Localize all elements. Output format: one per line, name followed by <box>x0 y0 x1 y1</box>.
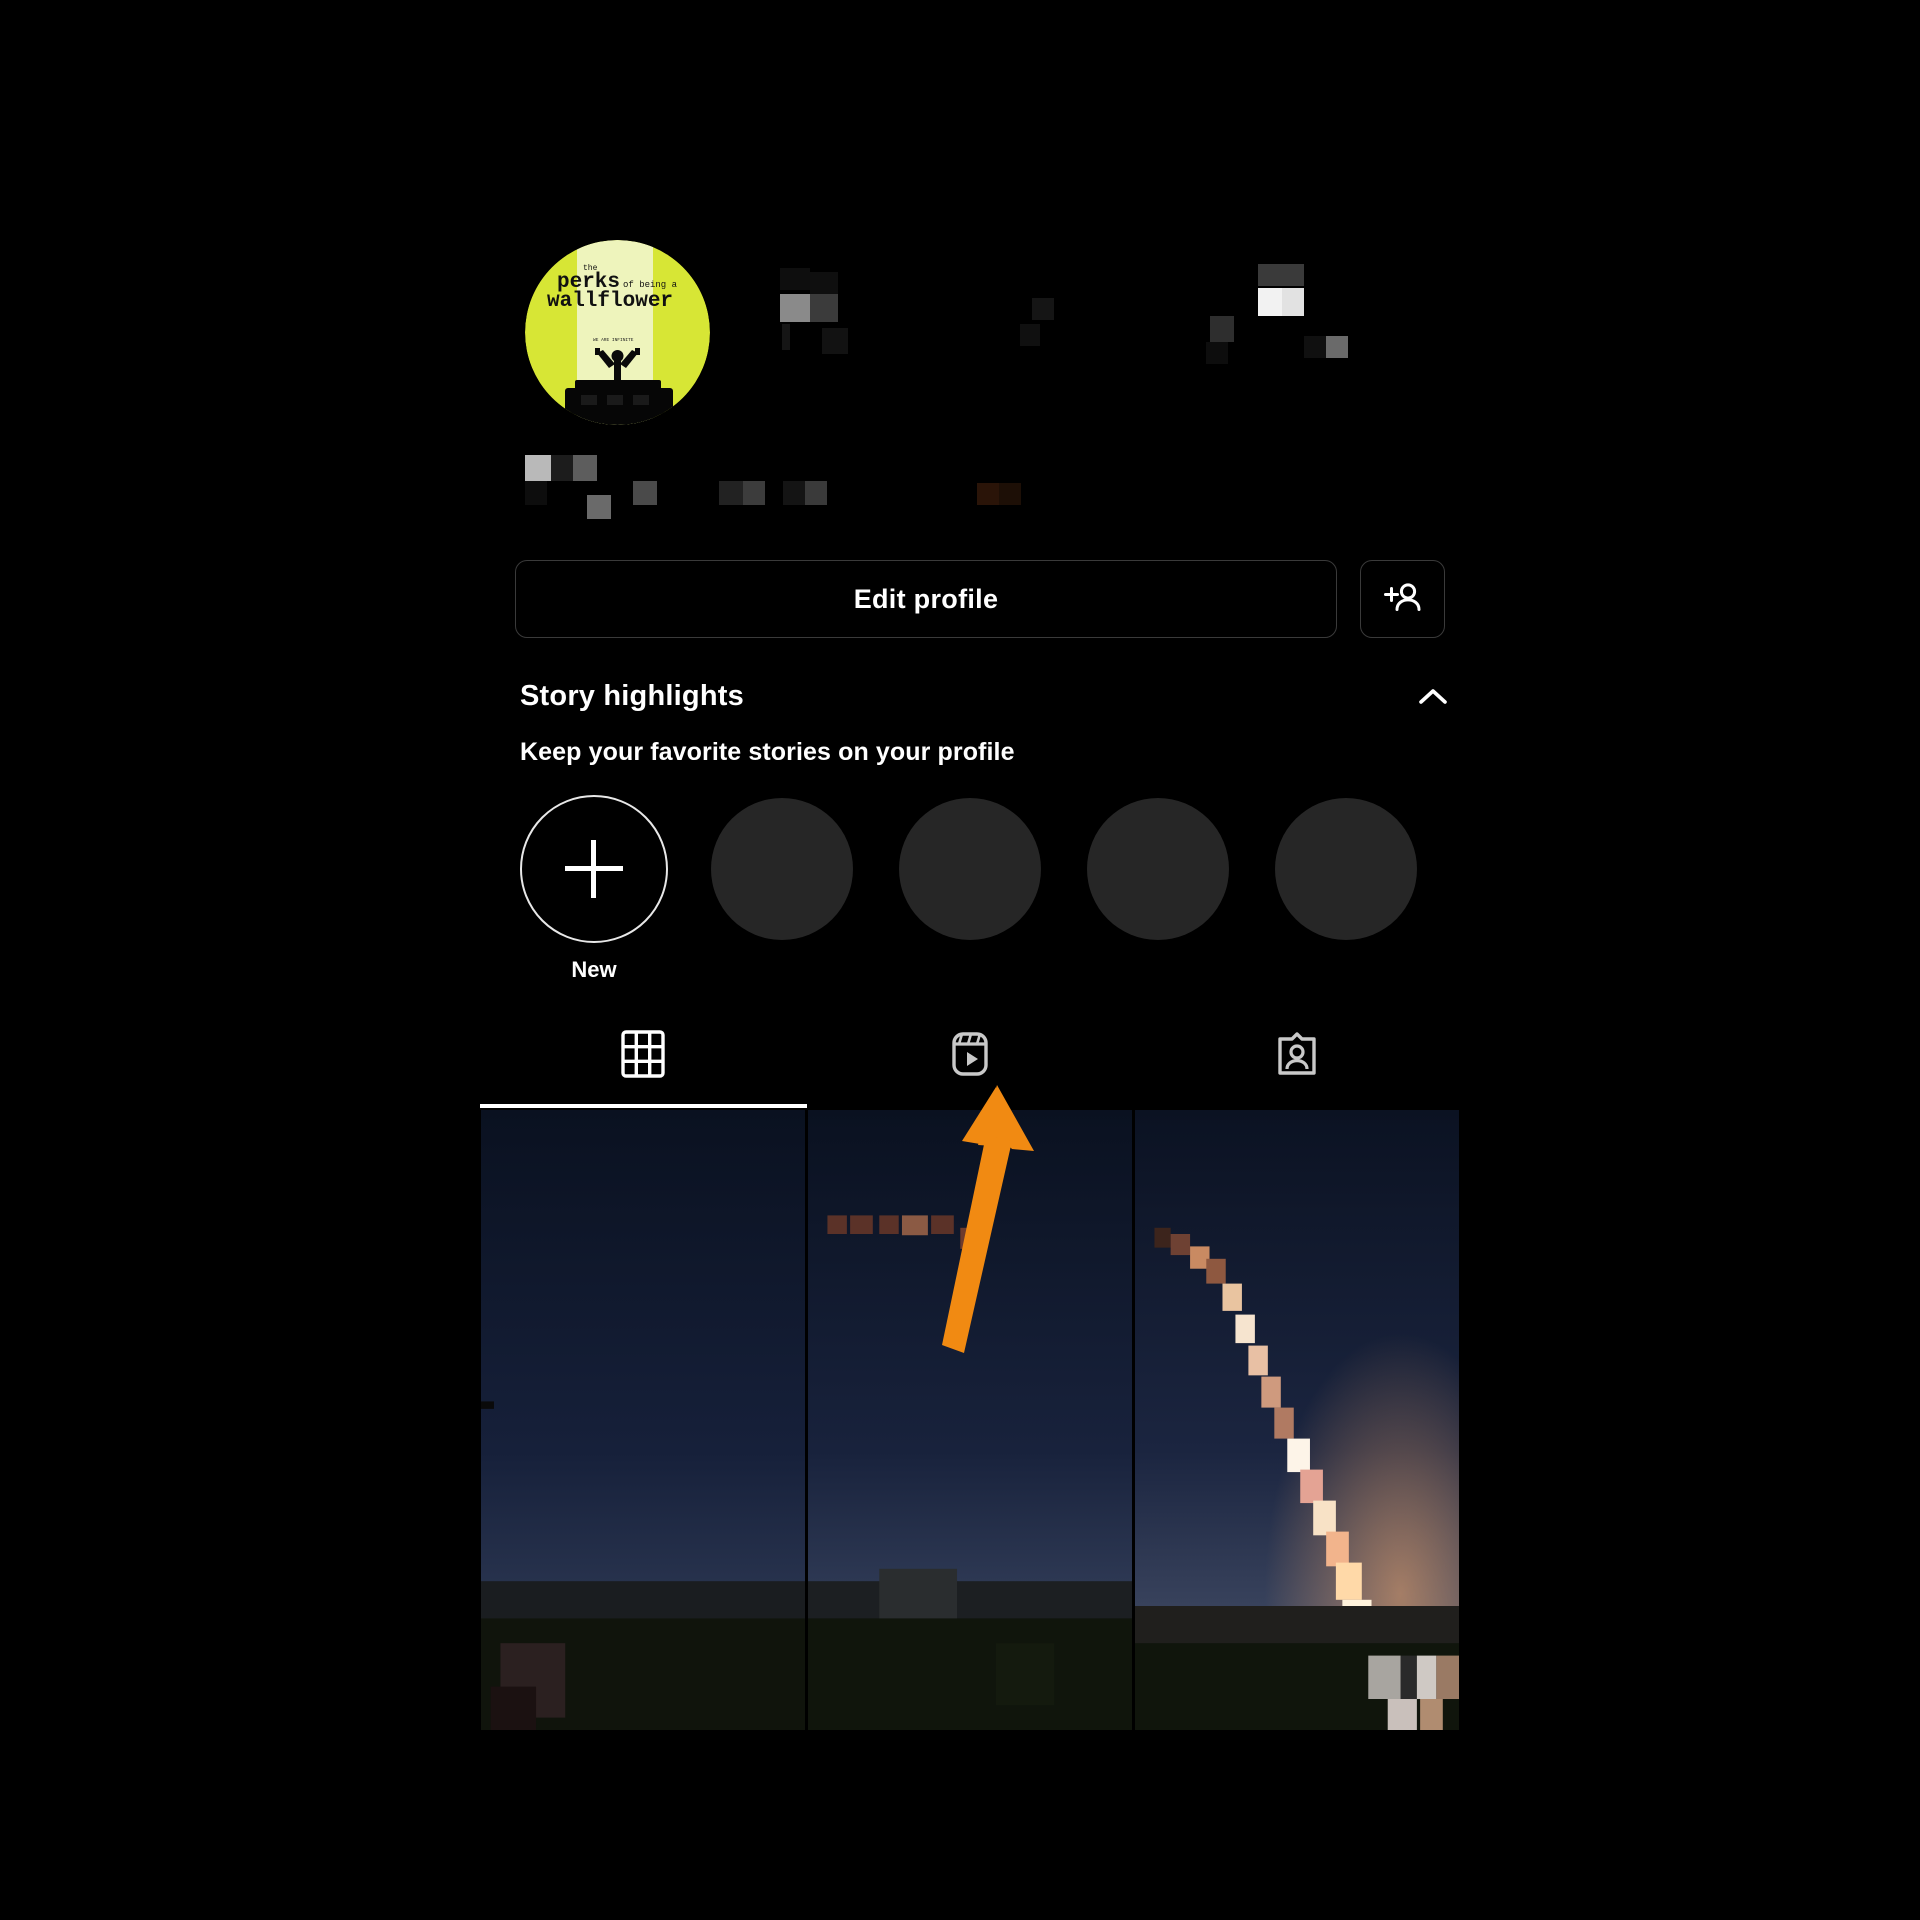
highlight-placeholder-circle <box>1087 798 1229 940</box>
profile-avatar[interactable]: the perks of being a wallflower WE ARE I… <box>525 240 710 425</box>
instagram-profile-screen: the perks of being a wallflower WE ARE I… <box>0 0 1920 1920</box>
profile-avatar-image: the perks of being a wallflower WE ARE I… <box>525 240 710 425</box>
add-person-button[interactable] <box>1360 560 1445 638</box>
post-thumbnail <box>481 1110 805 1730</box>
new-highlight-item[interactable]: New <box>520 795 668 983</box>
story-highlights-section: Story highlights Keep your favorite stor… <box>520 680 1450 995</box>
plus-icon <box>565 840 623 898</box>
grid-item-post-2[interactable] <box>808 1110 1132 1730</box>
collapse-highlights-button[interactable] <box>1416 684 1450 710</box>
reels-icon <box>952 1032 988 1076</box>
profile-header: the perks of being a wallflower WE ARE I… <box>525 240 1445 519</box>
grid-item-post-1[interactable] <box>481 1110 805 1730</box>
story-highlights-list: New <box>520 795 1450 995</box>
new-highlight-button[interactable] <box>520 795 668 943</box>
active-tab-underline <box>480 1104 807 1108</box>
tab-posts[interactable] <box>480 1000 807 1108</box>
highlight-placeholder-3[interactable] <box>1084 795 1232 940</box>
highlight-placeholder-1[interactable] <box>708 795 856 940</box>
add-person-icon <box>1383 583 1420 611</box>
svg-text:WE ARE INFINITE: WE ARE INFINITE <box>593 337 634 343</box>
post-thumbnail <box>808 1110 1132 1730</box>
edit-profile-label: Edit profile <box>853 583 999 614</box>
svg-text:of being a: of being a <box>623 280 678 290</box>
highlight-placeholder-4[interactable] <box>1272 795 1420 940</box>
highlight-placeholder-circle <box>711 798 853 940</box>
inactive-tab-underline <box>1133 1104 1460 1108</box>
tagged-icon <box>1277 1032 1316 1075</box>
censored-bio <box>515 455 1035 525</box>
new-highlight-label: New <box>571 957 617 982</box>
profile-actions: Edit profile <box>515 560 1445 638</box>
highlight-placeholder-circle <box>1275 798 1417 940</box>
story-highlights-title: Story highlights <box>520 680 744 712</box>
posts-grid <box>481 1110 1459 1730</box>
censored-username-and-stats <box>780 250 1430 364</box>
inactive-tab-underline <box>807 1104 1134 1108</box>
grid-item-post-3[interactable] <box>1135 1110 1459 1730</box>
highlight-placeholder-circle <box>899 798 1041 940</box>
edit-profile-button[interactable]: Edit profile <box>515 560 1337 638</box>
tab-tagged[interactable] <box>1133 1000 1460 1108</box>
chevron-up-icon <box>1419 689 1447 704</box>
profile-tab-bar <box>480 1000 1460 1108</box>
story-highlights-header: Story highlights <box>520 680 1450 722</box>
story-highlights-subtitle: Keep your favorite stories on your profi… <box>520 738 1015 766</box>
post-thumbnail <box>1135 1110 1459 1730</box>
tab-reels[interactable] <box>807 1000 1134 1108</box>
svg-text:wallflower: wallflower <box>547 290 673 313</box>
grid-icon <box>621 1030 666 1078</box>
highlight-placeholder-2[interactable] <box>896 795 1044 940</box>
